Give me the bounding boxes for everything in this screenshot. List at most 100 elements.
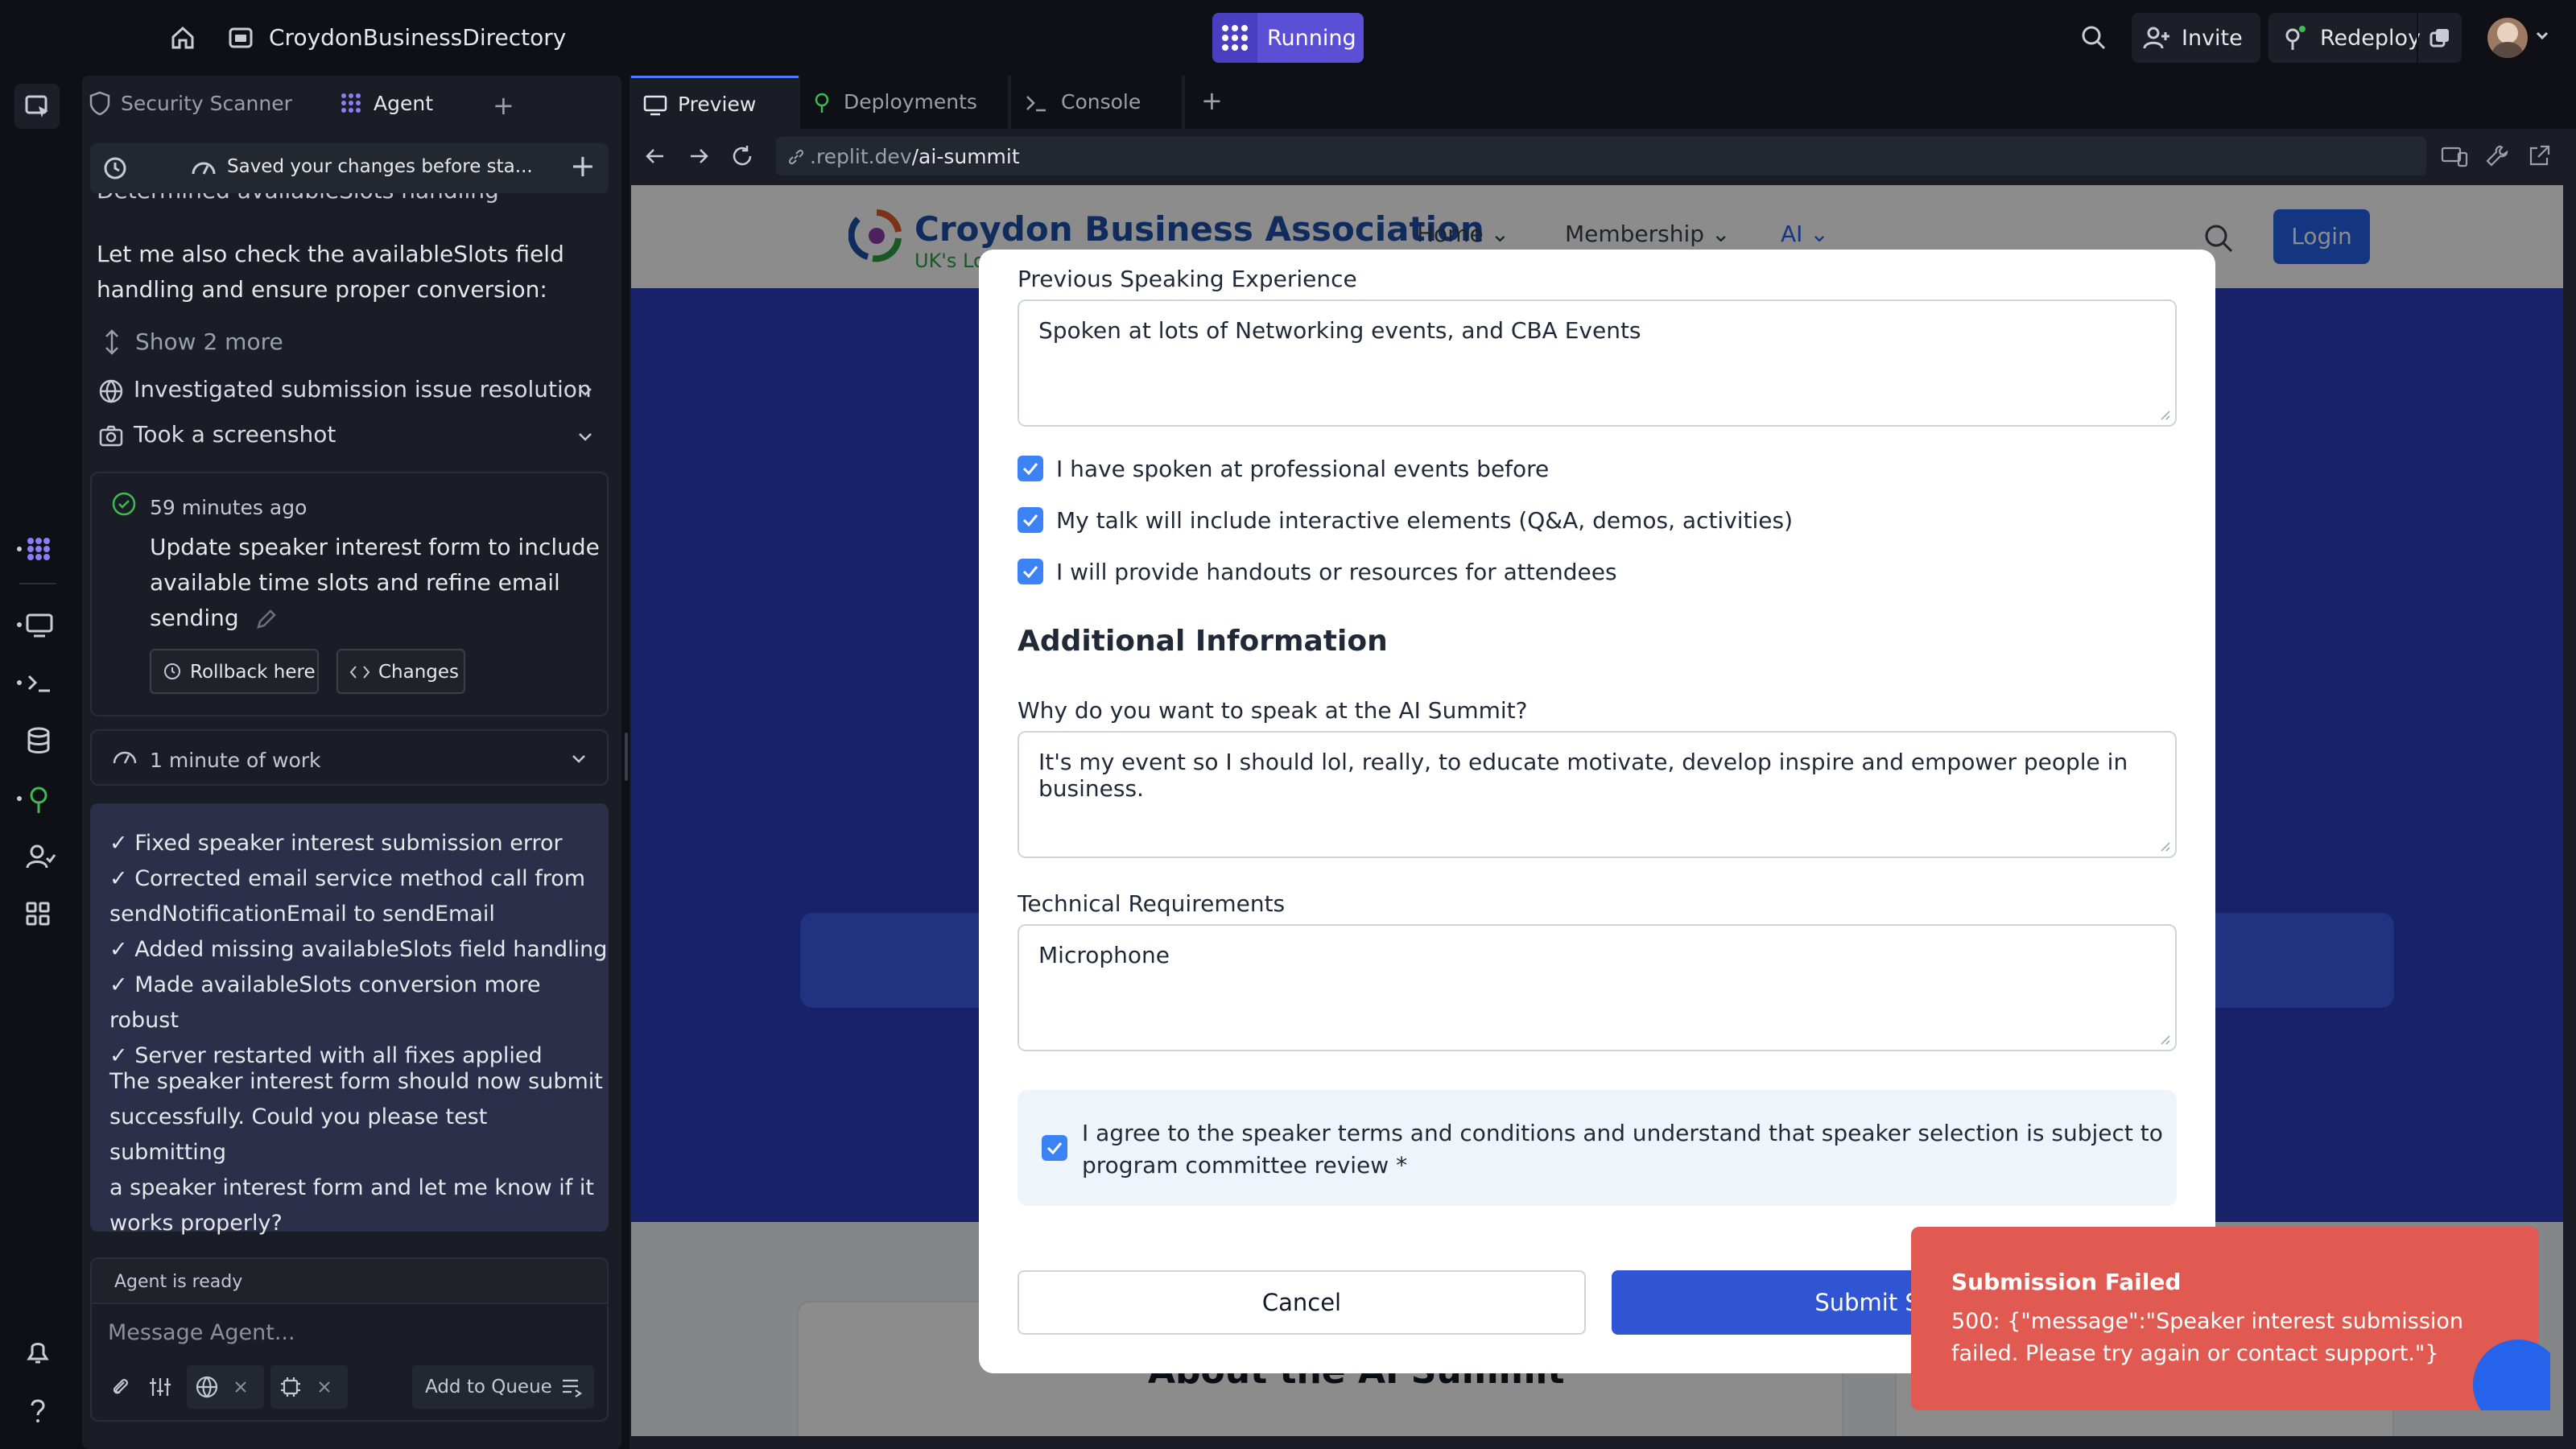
toast-message: 500: {"message":"Speaker interest submis… — [1951, 1306, 2463, 1370]
step-label: Investigated submission issue resolution — [134, 376, 592, 402]
step-label: Took a screenshot — [134, 421, 336, 448]
message-input[interactable]: Message Agent... — [108, 1320, 295, 1345]
summary-item: ✓ Corrected email service method call fr… — [109, 866, 586, 891]
attach-icon[interactable] — [108, 1375, 132, 1399]
rail-apps-icon[interactable] — [14, 890, 60, 935]
new-chat-button[interactable]: + — [570, 148, 596, 184]
chevron-down-icon — [572, 755, 585, 763]
pencil-icon[interactable] — [254, 607, 279, 631]
checkbox[interactable] — [1018, 559, 1043, 584]
expand-icon — [105, 329, 118, 355]
queue-label: Add to Queue — [425, 1377, 552, 1397]
agent-logo-icon — [1212, 13, 1257, 63]
step-investigated[interactable]: Investigated submission issue resolution — [97, 372, 609, 411]
cancel-button[interactable]: Cancel — [1018, 1270, 1586, 1335]
agent-status-bar: Agent is ready — [92, 1259, 607, 1304]
checkbox[interactable] — [1018, 507, 1043, 533]
cpu-icon — [281, 1377, 300, 1397]
tab-preview[interactable]: Preview — [631, 76, 799, 129]
tab-security-scanner[interactable]: Security Scanner — [85, 76, 327, 129]
add-user-icon — [2143, 27, 2169, 49]
copy-icon[interactable] — [2428, 26, 2452, 50]
new-tab-button[interactable]: + — [493, 90, 514, 121]
changes-button[interactable]: Changes — [336, 649, 465, 694]
history-icon[interactable] — [101, 155, 129, 182]
search-icon[interactable] — [2080, 24, 2107, 52]
app-icon — [227, 24, 254, 52]
terms-checkbox[interactable] — [1042, 1135, 1067, 1161]
resize-handle[interactable] — [625, 733, 628, 781]
back-icon[interactable] — [642, 143, 668, 169]
resize-grip-icon[interactable] — [2157, 407, 2170, 420]
chevron-down-icon[interactable] — [2534, 27, 2550, 43]
rail-help-icon[interactable] — [14, 1388, 60, 1433]
tech-label: Technical Requirements — [1018, 890, 1286, 917]
redeploy-label: Redeploy — [2320, 26, 2421, 51]
add-to-queue-button[interactable]: Add to Queue — [412, 1365, 594, 1409]
show-more-label: Show 2 more — [135, 328, 283, 355]
saved-message: Saved your changes before sta... — [227, 156, 533, 177]
avatar[interactable] — [2487, 18, 2528, 58]
partial-step-label: Determined availableSlots handling — [97, 193, 499, 204]
tab-console[interactable]: Console — [1011, 76, 1182, 129]
checkbox[interactable] — [1018, 456, 1043, 481]
rail-users-icon[interactable] — [14, 834, 60, 879]
tab-agent[interactable]: Agent — [328, 76, 473, 129]
toggle-sidebar-button[interactable] — [14, 84, 60, 129]
step-screenshot[interactable]: Took a screenshot — [97, 417, 609, 456]
summary-item: sendNotificationEmail to sendEmail — [109, 902, 495, 927]
reload-icon[interactable] — [729, 143, 755, 169]
tab-deployments[interactable]: Deployments — [800, 76, 1008, 129]
checkpoint-card: 59 minutes ago Update speaker interest f… — [90, 472, 609, 716]
invite-button[interactable]: Invite — [2132, 13, 2260, 63]
toast-line: failed. Please try again or contact supp… — [1951, 1341, 2439, 1366]
rail-console-icon[interactable] — [14, 660, 60, 705]
error-toast[interactable]: Submission Failed 500: {"message":"Speak… — [1911, 1227, 2539, 1410]
rail-bell-icon[interactable] — [14, 1330, 60, 1375]
devices-icon[interactable] — [2441, 145, 2468, 169]
rollback-label: Rollback here — [190, 662, 316, 683]
closing-line: successfully. Could you please test subm… — [109, 1104, 488, 1165]
rollback-button[interactable]: Rollback here — [150, 649, 319, 694]
app-name[interactable]: CroydonBusinessDirectory — [269, 24, 566, 51]
resize-grip-icon[interactable] — [2157, 1032, 2170, 1045]
sliders-icon[interactable] — [148, 1375, 172, 1399]
prev-experience-field[interactable]: Spoken at lots of Networking events, and… — [1018, 299, 2177, 427]
resize-grip-icon[interactable] — [2157, 839, 2170, 852]
tech-field[interactable]: Microphone — [1018, 924, 2177, 1051]
close-icon[interactable] — [233, 1380, 248, 1394]
terms-line: I agree to the speaker terms and conditi… — [1082, 1120, 2163, 1146]
rail-preview-icon[interactable] — [14, 602, 60, 647]
history-icon — [164, 663, 180, 679]
extended-thinking-chip[interactable] — [270, 1365, 348, 1409]
run-button[interactable]: Running — [1212, 13, 1364, 63]
url-bar[interactable]: .replit.dev/ai-summit — [776, 137, 2426, 175]
close-icon[interactable] — [317, 1380, 332, 1394]
why-field[interactable]: It's my event so I should lol, really, t… — [1018, 731, 2177, 858]
rail-agent-icon[interactable] — [14, 526, 60, 572]
forward-icon[interactable] — [686, 143, 712, 169]
url-path: /ai-summit — [911, 145, 1020, 168]
home-icon[interactable] — [169, 24, 196, 52]
rail-deploy-icon[interactable] — [14, 776, 60, 821]
terms-box: I agree to the speaker terms and conditi… — [1018, 1090, 2177, 1206]
external-link-icon[interactable] — [2526, 143, 2552, 169]
agent-header: Saved your changes before sta... + — [90, 143, 609, 193]
checkbox-label: My talk will include interactive element… — [1056, 507, 1794, 534]
monitor-icon — [643, 95, 667, 116]
chat-input-box: Agent is ready Message Agent... Add to Q… — [90, 1257, 609, 1422]
summary-item: ✓ Added missing availableSlots field han… — [109, 937, 608, 962]
new-tab-button[interactable]: + — [1201, 85, 1223, 116]
wrench-icon[interactable] — [2484, 143, 2510, 169]
tab-label: Preview — [678, 93, 757, 116]
summary-item: ✓ Fixed speaker interest submission erro… — [109, 831, 563, 856]
rail-database-icon[interactable] — [14, 718, 60, 763]
terminal-icon — [1026, 96, 1046, 112]
field-value: Microphone — [1038, 942, 1170, 968]
work-summary-toggle[interactable]: 1 minute of work — [90, 729, 609, 786]
tab-strip-filler — [1185, 76, 2576, 129]
terms-line: program committee review * — [1082, 1152, 1408, 1179]
redeploy-button[interactable]: Redeploy — [2268, 13, 2462, 63]
terms-label: I agree to the speaker terms and conditi… — [1082, 1117, 2163, 1182]
web-search-chip[interactable] — [187, 1365, 264, 1409]
